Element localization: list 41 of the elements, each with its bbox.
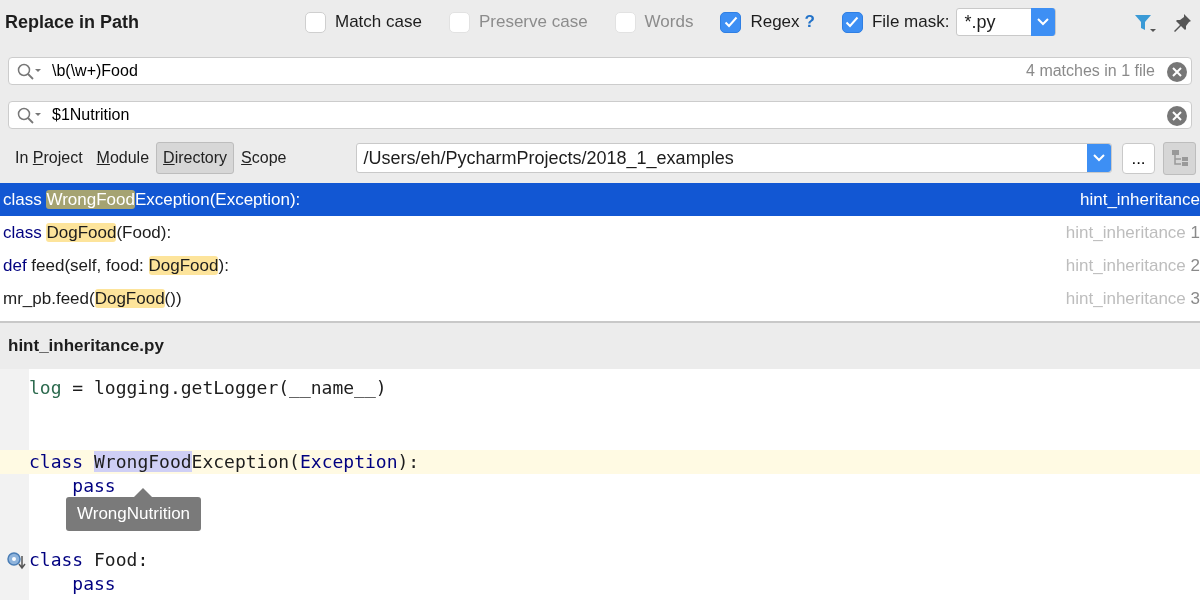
code-line: pass xyxy=(71,572,116,596)
result-row[interactable]: mr_pb.feed(DogFood()) hint_inheritance 3 xyxy=(0,282,1200,315)
match-count: 4 matches in 1 file xyxy=(1026,61,1155,81)
checkbox-label: Regex xyxy=(750,11,800,34)
checkbox[interactable] xyxy=(841,11,863,33)
checkbox[interactable] xyxy=(720,11,742,33)
result-row[interactable]: def feed(self, food: DogFood): hint_inheritance 2 xyxy=(0,249,1200,282)
code-line: class WrongFoodException(Exception): xyxy=(3,188,301,211)
checkbox-label: Match case xyxy=(335,11,422,34)
file-location: hint_inheritance 3 xyxy=(1065,287,1200,310)
file-name: hint_inheritance.py xyxy=(8,335,164,358)
scope-tab[interactable]: In Project xyxy=(8,142,90,174)
result-row[interactable]: class WrongFoodException(Exception): hint_inheritance xyxy=(0,183,1200,216)
file-location: hint_inheritance 2 xyxy=(1065,254,1200,277)
browse-button[interactable]: ... xyxy=(1122,142,1155,174)
code-line: class WrongFoodException(Exception): xyxy=(29,449,420,474)
code-line: pass xyxy=(71,474,116,498)
code-line: mr_pb.feed(DogFood()) xyxy=(3,287,182,310)
checkbox[interactable] xyxy=(305,11,326,33)
search-input[interactable]: \b(\w+)Food xyxy=(50,58,1027,84)
tree-icon[interactable] xyxy=(1163,141,1196,175)
help-link[interactable]: ? xyxy=(804,9,815,35)
file-mask-combo[interactable]: *.py xyxy=(956,8,1057,36)
file-location: hint_inheritance 1 xyxy=(1065,221,1200,244)
result-row[interactable]: class DogFood(Food): hint_inheritance 1 xyxy=(0,216,1200,249)
code-line: log = logging.getLogger(__name__) xyxy=(29,376,387,400)
scope-tab[interactable]: Module xyxy=(89,142,157,174)
code-line: class DogFood(Food): xyxy=(3,221,172,244)
checkbox-label: Preserve case xyxy=(478,11,588,34)
checkbox-label: File mask: xyxy=(871,11,950,34)
directory-combo[interactable]: /Users/eh/PycharmProjects/2018_1_examples xyxy=(356,143,1112,173)
chevron-down-icon[interactable] xyxy=(1087,144,1111,172)
checkbox-label: Words xyxy=(644,11,694,34)
code-line: def feed(self, food: DogFood): xyxy=(3,254,229,277)
file-location: hint_inheritance xyxy=(1079,188,1200,211)
code-line: class Food: xyxy=(29,547,149,572)
chevron-down-icon[interactable] xyxy=(1031,8,1056,36)
dialog-title: Replace in Path xyxy=(5,10,141,34)
search-field[interactable]: \b(\w+)Food 4 matches in 1 file xyxy=(8,57,1192,85)
scope-tab[interactable]: Directory xyxy=(156,142,235,174)
scope-tab[interactable]: Scope xyxy=(234,142,294,174)
